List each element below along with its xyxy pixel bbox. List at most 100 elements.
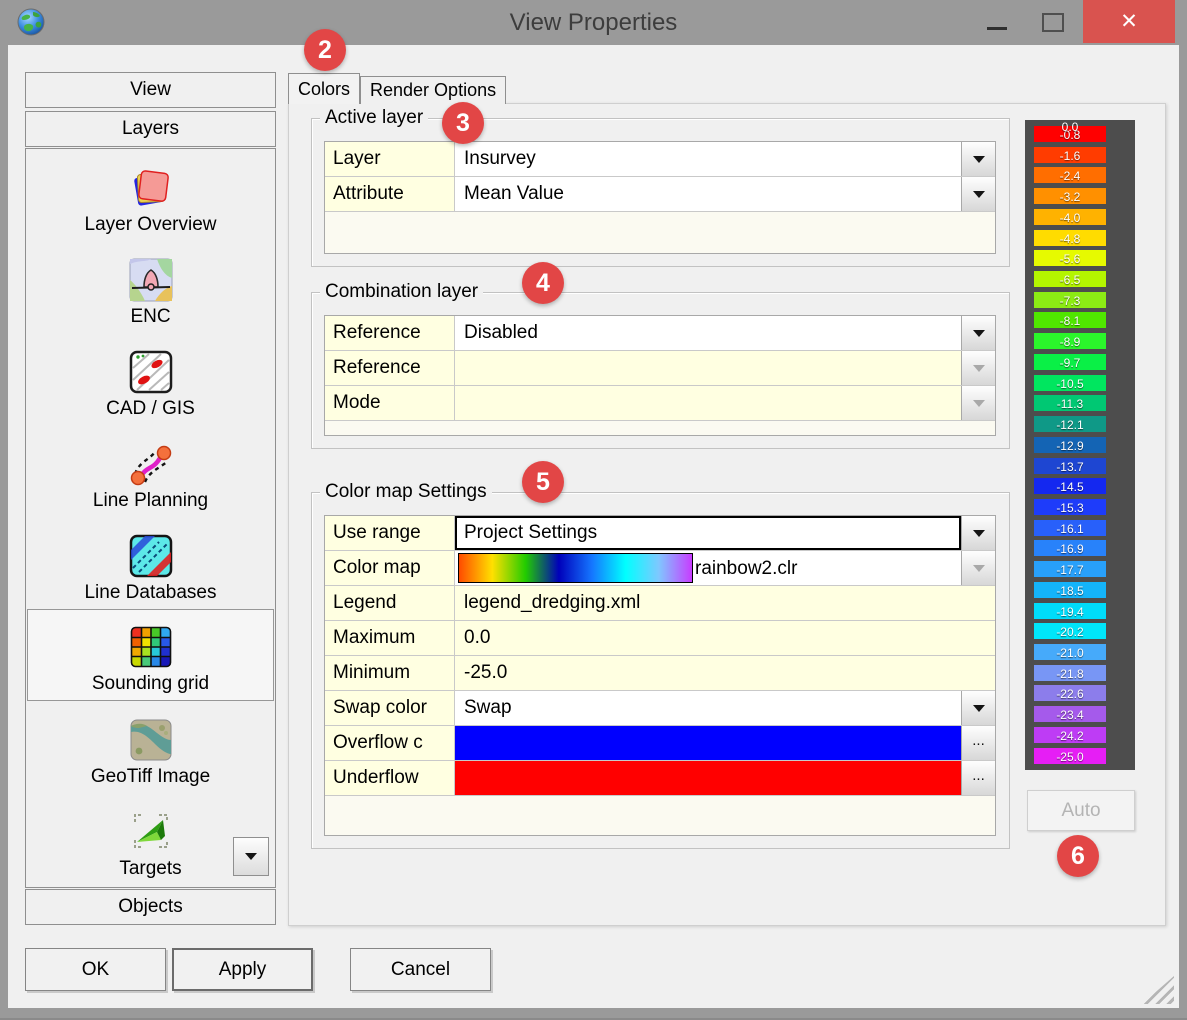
layer-overview-icon	[129, 166, 173, 210]
sidebar-item-label: ENC	[130, 306, 170, 328]
apply-button[interactable]: Apply	[172, 948, 313, 991]
color-map-settings-group: Color map Settings Use range Project Set…	[311, 492, 1010, 849]
geotiff-image-icon	[129, 718, 173, 762]
legend-bar: -24.2	[1034, 727, 1106, 743]
use-range-value[interactable]: Project Settings	[455, 516, 961, 550]
legend-bar: -6.5	[1034, 271, 1106, 287]
cancel-button[interactable]: Cancel	[350, 948, 491, 991]
legend-bar-value: -22.6	[1056, 687, 1083, 701]
mode-dropdown-button	[961, 386, 995, 420]
sidebar-item-label: GeoTiff Image	[91, 766, 210, 788]
legend-bar-value: -20.2	[1056, 625, 1083, 639]
legend-top-value: 0.0	[1034, 119, 1106, 135]
sidebar-item-line-databases[interactable]: Line Databases	[26, 517, 275, 609]
legend-bar-value: -14.5	[1056, 480, 1083, 494]
maximum-value[interactable]: 0.0	[455, 621, 995, 655]
attribute-value[interactable]: Mean Value	[455, 177, 961, 211]
tab-render-options[interactable]: Render Options	[360, 76, 506, 104]
sidebar-item-label: Line Planning	[93, 490, 208, 512]
legend-bar: -16.9	[1034, 540, 1106, 556]
legend-bar: -12.1	[1034, 416, 1106, 432]
legend-bar-value: -17.7	[1056, 563, 1083, 577]
sidebar-button-layers[interactable]: Layers	[25, 111, 276, 147]
annotation-badge-5: 5	[522, 461, 564, 503]
use-range-dropdown-button[interactable]	[961, 516, 995, 550]
targets-dropdown-button[interactable]	[233, 837, 269, 876]
legend-bar-value: -12.9	[1056, 439, 1083, 453]
underflow-color-swatch[interactable]	[455, 761, 961, 795]
legend-file-value[interactable]: legend_dredging.xml	[455, 586, 995, 620]
legend-bar: -25.0	[1034, 748, 1106, 764]
property-label: Underflow	[325, 761, 455, 795]
legend-bar-value: -3.2	[1060, 190, 1081, 204]
legend-bar-value: -7.3	[1060, 294, 1081, 308]
sidebar-item-targets[interactable]: Targets	[26, 793, 275, 885]
chevron-down-icon	[973, 330, 985, 337]
legend-bar-value: -8.1	[1060, 314, 1081, 328]
overflow-color-picker-button[interactable]: ...	[961, 726, 995, 760]
legend-bar-value: -8.9	[1060, 335, 1081, 349]
sidebar-item-layer-overview[interactable]: Layer Overview	[26, 149, 275, 241]
sidebar-item-sounding-grid[interactable]: Sounding grid	[27, 609, 274, 701]
legend-bar: -15.3	[1034, 499, 1106, 515]
overflow-color-swatch[interactable]	[455, 726, 961, 760]
attribute-dropdown-button[interactable]	[961, 177, 995, 211]
cad-gis-icon	[129, 350, 173, 394]
sidebar-item-line-planning[interactable]: Line Planning	[26, 425, 275, 517]
legend-bars: -0.8 -1.6 -2.4 -3.2 -4.0	[1034, 126, 1106, 764]
sidebar-button-view[interactable]: View	[25, 72, 276, 108]
color-map-value[interactable]: rainbow2.clr	[455, 551, 961, 585]
close-button[interactable]: ✕	[1083, 0, 1175, 43]
swap-color-value[interactable]: Swap	[455, 691, 961, 725]
sidebar-button-objects[interactable]: Objects	[25, 889, 276, 925]
property-label: Reference	[325, 351, 455, 385]
swap-color-dropdown-button[interactable]	[961, 691, 995, 725]
legend-bar: -5.6	[1034, 250, 1106, 266]
active-layer-group: Active layer Layer Insurvey Attribute Me…	[311, 118, 1010, 267]
chevron-down-icon	[973, 530, 985, 537]
tab-bar: Colors Render Options	[288, 74, 506, 104]
minimum-value[interactable]: -25.0	[455, 656, 995, 690]
reference-dropdown-button[interactable]	[961, 316, 995, 350]
layer-value[interactable]: Insurvey	[455, 142, 961, 176]
sidebar-item-geotiff-image[interactable]: GeoTiff Image	[26, 701, 275, 793]
auto-button[interactable]: Auto	[1027, 790, 1135, 831]
tab-colors[interactable]: Colors	[288, 73, 360, 104]
property-row: Legend legend_dredging.xml	[325, 586, 995, 621]
legend-bar-value: -4.8	[1060, 232, 1081, 246]
layer-dropdown-button[interactable]	[961, 142, 995, 176]
underflow-color-picker-button[interactable]: ...	[961, 761, 995, 795]
close-icon: ✕	[1120, 10, 1138, 33]
maximize-icon	[1042, 13, 1064, 32]
sidebar-item-label: Targets	[119, 858, 181, 880]
property-row: Mode	[325, 386, 995, 421]
property-row: Swap color Swap	[325, 691, 995, 726]
property-label: Use range	[325, 516, 455, 550]
reference-value[interactable]: Disabled	[455, 316, 961, 350]
legend-bar-value: -15.3	[1056, 501, 1083, 515]
colormap-filename: rainbow2.clr	[695, 552, 797, 585]
ok-button[interactable]: OK	[25, 948, 166, 991]
legend-bar: -23.4	[1034, 706, 1106, 722]
legend-bar-value: -18.5	[1056, 584, 1083, 598]
sidebar-item-enc[interactable]: ENC	[26, 241, 275, 333]
property-row: Use range Project Settings	[325, 516, 995, 551]
legend-bar: -8.9	[1034, 333, 1106, 349]
legend-bar-value: -23.4	[1056, 708, 1083, 722]
dialog-client-area: View Layers Layer Overview	[8, 45, 1179, 1008]
sidebar-item-cad-gis[interactable]: CAD / GIS	[26, 333, 275, 425]
resize-grip[interactable]	[1142, 976, 1174, 1004]
sidebar: View Layers Layer Overview	[25, 72, 276, 925]
maximize-button[interactable]	[1036, 8, 1070, 38]
legend-bar: -11.3	[1034, 395, 1106, 411]
chevron-down-icon	[973, 565, 985, 572]
legend-bar: -9.7	[1034, 354, 1106, 370]
minimize-button[interactable]	[980, 8, 1014, 38]
enc-icon	[129, 258, 173, 302]
sounding-grid-icon	[129, 625, 173, 669]
property-row: Maximum 0.0	[325, 621, 995, 656]
legend-bar-value: -21.8	[1056, 667, 1083, 681]
legend-bar-value: -5.6	[1060, 252, 1081, 266]
legend-bar: -21.8	[1034, 665, 1106, 681]
title-bar[interactable]: View Properties ✕	[0, 0, 1187, 45]
